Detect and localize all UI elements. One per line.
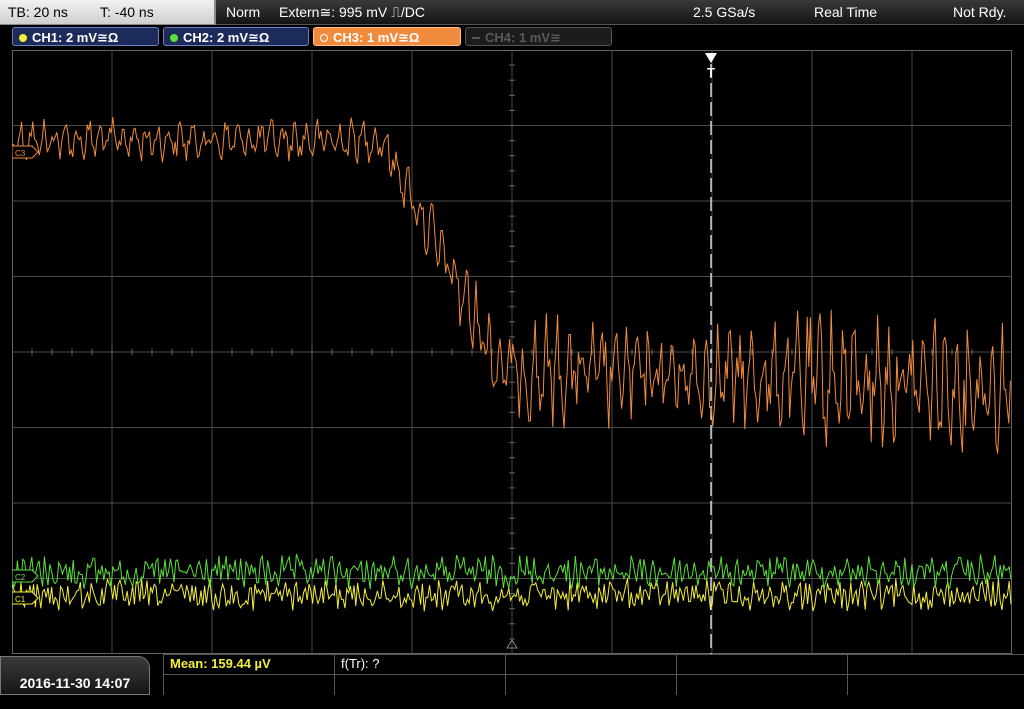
measurement-slot[interactable] bbox=[505, 675, 676, 695]
trigger-time-label: T: -40 ns bbox=[100, 4, 154, 20]
ch3-color-dot-icon bbox=[320, 34, 328, 42]
waveform-plot[interactable]: T C3 C2 C1 bbox=[12, 50, 1012, 654]
channel-tab-ch3[interactable]: CH3: 1 mV≅Ω bbox=[313, 27, 461, 46]
ch1-color-dot-icon bbox=[19, 34, 27, 42]
ch2-marker-label: C2 bbox=[15, 573, 26, 582]
measurement-slot[interactable] bbox=[847, 675, 1024, 695]
ch1-offset-marker[interactable]: C1 bbox=[12, 591, 39, 605]
status-label: Not Rdy. bbox=[953, 4, 1007, 20]
ch4-off-icon bbox=[472, 37, 480, 39]
ch2-color-dot-icon bbox=[170, 34, 178, 42]
timebase-box[interactable]: TB: 20 ns T: -40 ns bbox=[0, 0, 216, 25]
trigger-marker-icon[interactable] bbox=[705, 53, 717, 63]
trigger-bar[interactable]: Norm Extern≅: 995 mV ⎍/DC 2.5 GSa/s Real… bbox=[216, 0, 1024, 25]
ch1-marker-label: C1 bbox=[15, 595, 26, 604]
measurement-slot[interactable] bbox=[334, 675, 505, 695]
channel-tab-ch1[interactable]: CH1: 2 mV≅Ω bbox=[12, 27, 159, 46]
datetime-label: 2016-11-30 14:07 bbox=[19, 675, 131, 691]
channel-tab-label: CH3: 1 mV≅Ω bbox=[333, 30, 420, 45]
status-bar: TB: 20 ns T: -40 ns Norm Extern≅: 995 mV… bbox=[0, 0, 1024, 25]
measurement-slot[interactable] bbox=[505, 655, 676, 675]
channel-tab-label: CH4: 1 mV≅ bbox=[485, 30, 561, 45]
trigger-source-label: Extern≅: 995 mV ⎍/DC bbox=[279, 4, 426, 20]
timebase-label: TB: 20 ns bbox=[8, 4, 68, 20]
acquisition-mode-label: Real Time bbox=[814, 4, 878, 20]
channel-tabs: CH1: 2 mV≅Ω CH2: 2 mV≅Ω CH3: 1 mV≅Ω CH4:… bbox=[0, 25, 1024, 49]
bottom-bar: 2016-11-30 14:07 Mean: 159.44 µV f(Tr): … bbox=[0, 654, 1024, 695]
measurement-mean[interactable]: Mean: 159.44 µV bbox=[163, 655, 334, 675]
measurement-slot[interactable] bbox=[847, 655, 1024, 675]
sample-rate-label: 2.5 GSa/s bbox=[693, 4, 756, 20]
channel-tab-ch2[interactable]: CH2: 2 mV≅Ω bbox=[163, 27, 309, 46]
ch3-offset-marker[interactable]: C3 bbox=[12, 145, 39, 159]
trigger-mode-label: Norm bbox=[226, 4, 261, 20]
channel-tab-ch4[interactable]: CH4: 1 mV≅ bbox=[465, 27, 612, 46]
measurement-slot[interactable] bbox=[676, 655, 847, 675]
channel-tab-label: CH1: 2 mV≅Ω bbox=[32, 30, 119, 45]
measurement-panel[interactable]: Mean: 159.44 µV f(Tr): ? bbox=[163, 654, 1024, 696]
datetime-box[interactable]: 2016-11-30 14:07 bbox=[0, 656, 150, 695]
channel-tab-label: CH2: 2 mV≅Ω bbox=[183, 30, 270, 45]
measurement-slot[interactable] bbox=[163, 675, 334, 695]
measurement-ftr[interactable]: f(Tr): ? bbox=[334, 655, 505, 675]
ch3-trace bbox=[12, 117, 1011, 454]
trigger-marker-label: T bbox=[707, 65, 715, 80]
measurement-slot[interactable] bbox=[676, 675, 847, 695]
ch2-offset-marker[interactable]: C2 bbox=[12, 569, 39, 583]
ch3-marker-label: C3 bbox=[15, 149, 26, 158]
